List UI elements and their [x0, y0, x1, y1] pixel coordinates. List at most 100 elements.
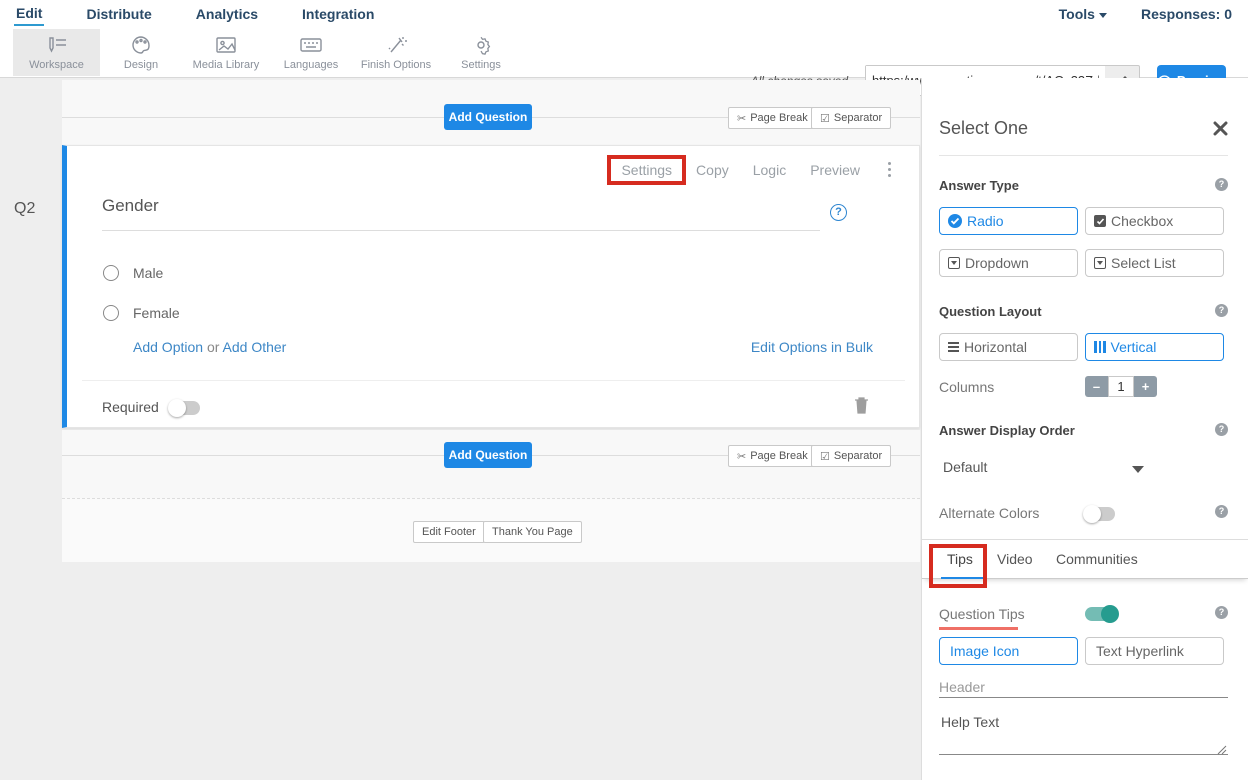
question-tips-label: Question Tips — [939, 606, 1025, 622]
help-icon[interactable]: ? — [1215, 505, 1228, 518]
tab-communities[interactable]: Communities — [1056, 551, 1138, 567]
question-actions: Settings Copy Logic Preview — [621, 160, 895, 179]
radio-button[interactable] — [103, 265, 119, 281]
chevron-down-icon[interactable] — [1132, 466, 1144, 473]
plus-button[interactable]: + — [1134, 376, 1157, 397]
checkbox-icon: ☑ — [820, 112, 830, 125]
layout-horizontal[interactable]: Horizontal — [939, 333, 1078, 361]
panel-divider — [939, 155, 1228, 156]
add-other-link[interactable]: Add Other — [223, 339, 287, 355]
answer-type-select-list[interactable]: Select List — [1085, 249, 1224, 277]
add-option-link[interactable]: Add Option — [133, 339, 203, 355]
question-preview-button[interactable]: Preview — [810, 162, 860, 178]
more-options-icon[interactable] — [884, 160, 895, 179]
annotation-red-box-settings: Settings — [607, 155, 686, 185]
vertical-bars-icon — [1094, 341, 1106, 353]
edit-options-in-bulk-link[interactable]: Edit Options in Bulk — [751, 339, 873, 355]
question-copy-button[interactable]: Copy — [696, 162, 729, 178]
card-divider — [82, 380, 905, 381]
dropdown-box-icon — [1094, 257, 1106, 269]
answer-type-radio[interactable]: Radio — [939, 207, 1078, 235]
nav-analytics[interactable]: Analytics — [194, 4, 260, 25]
page-break-button[interactable]: ✂ Page Break — [728, 445, 817, 467]
check-circle-icon — [948, 214, 962, 228]
help-text-textarea[interactable] — [939, 754, 1228, 755]
question-help-icon[interactable]: ? — [830, 204, 847, 221]
add-question-button[interactable]: Add Question — [444, 442, 532, 468]
question-title[interactable]: Gender — [102, 196, 159, 216]
alternate-colors-label: Alternate Colors — [939, 505, 1039, 521]
help-icon[interactable]: ? — [1215, 423, 1228, 436]
magic-wand-icon — [356, 35, 436, 57]
nav-edit[interactable]: Edit — [14, 3, 44, 26]
add-question-row-top: Add Question ✂ Page Break ☑ Separator — [62, 80, 920, 145]
question-logic-button[interactable]: Logic — [753, 162, 786, 178]
question-settings-panel: Select One Answer Type ? Radio Checkbox … — [921, 78, 1248, 780]
header-input[interactable] — [939, 676, 1228, 698]
thank-you-page-button[interactable]: Thank You Page — [483, 521, 582, 543]
answer-display-order-label: Answer Display Order — [939, 423, 1075, 438]
option-label[interactable]: Male — [133, 265, 163, 281]
columns-value[interactable]: 1 — [1108, 376, 1134, 397]
page-break-button[interactable]: ✂ Page Break — [728, 107, 817, 129]
toolbar-tab-languages[interactable]: Languages — [278, 29, 344, 76]
answer-option-row: Male — [103, 265, 163, 281]
question-tips-toggle[interactable] — [1085, 607, 1117, 621]
answer-type-dropdown[interactable]: Dropdown — [939, 249, 1078, 277]
panel-title: Select One — [939, 118, 1028, 139]
toolbar-tab-design[interactable]: Design — [110, 29, 172, 76]
toolbar-tab-finish-options[interactable]: Finish Options — [356, 29, 436, 76]
nav-integration[interactable]: Integration — [300, 4, 376, 25]
radio-button[interactable] — [103, 305, 119, 321]
delete-question-icon[interactable] — [854, 396, 869, 419]
resize-handle-icon[interactable] — [1217, 742, 1227, 760]
separator-button[interactable]: ☑ Separator — [811, 107, 891, 129]
answer-option-row: Female — [103, 305, 180, 321]
tools-menu[interactable]: Tools — [1059, 6, 1107, 22]
tab-video[interactable]: Video — [997, 551, 1033, 567]
option-label[interactable]: Female — [133, 305, 180, 321]
alternate-colors-toggle[interactable] — [1085, 507, 1115, 521]
columns-label: Columns — [939, 379, 994, 395]
separator-button[interactable]: ☑ Separator — [811, 445, 891, 467]
responses-count[interactable]: Responses: 0 — [1141, 6, 1232, 22]
question-card: Settings Copy Logic Preview Gender ? Mal… — [62, 145, 920, 428]
add-question-row-bottom: Add Question ✂ Page Break ☑ Separator — [62, 430, 920, 498]
chevron-down-icon — [1099, 13, 1107, 18]
workspace-icon — [13, 35, 100, 57]
text-hyperlink-button[interactable]: Text Hyperlink — [1085, 637, 1224, 665]
help-icon[interactable]: ? — [1215, 178, 1228, 191]
toolbar-tab-workspace[interactable]: Workspace — [13, 29, 100, 76]
questionpro-editor: Edit Distribute Analytics Integration To… — [0, 0, 1248, 780]
close-icon[interactable] — [1213, 121, 1228, 141]
question-settings-button[interactable]: Settings — [621, 162, 672, 178]
scissors-icon: ✂ — [737, 112, 746, 125]
keyboard-icon — [278, 35, 344, 57]
toolbar-tab-settings[interactable]: Settings — [450, 29, 512, 76]
toolbar-tab-media-library[interactable]: Media Library — [186, 29, 266, 76]
columns-stepper: – 1 + — [1085, 376, 1157, 397]
help-icon[interactable]: ? — [1215, 304, 1228, 317]
image-icon — [186, 35, 266, 57]
gear-icon — [450, 35, 512, 57]
display-order-select[interactable]: Default — [943, 459, 987, 475]
help-icon[interactable]: ? — [1215, 606, 1228, 619]
edit-footer-button[interactable]: Edit Footer — [413, 521, 485, 543]
add-option-row: Add Option or Add Other — [133, 339, 286, 355]
required-label: Required — [102, 399, 159, 415]
dropdown-box-icon — [948, 257, 960, 269]
answer-type-checkbox[interactable]: Checkbox — [1085, 207, 1224, 235]
required-toggle[interactable] — [170, 401, 200, 415]
horizontal-lines-icon — [948, 342, 959, 352]
help-text-label: Help Text — [941, 714, 999, 730]
add-question-button[interactable]: Add Question — [444, 104, 532, 130]
scissors-icon: ✂ — [737, 450, 746, 463]
checkbox-icon: ☑ — [820, 450, 830, 463]
question-title-underline — [102, 230, 820, 231]
survey-footer-area: Edit Footer Thank You Page — [62, 498, 920, 562]
image-icon-button[interactable]: Image Icon — [939, 637, 1078, 665]
question-layout-label: Question Layout — [939, 304, 1042, 319]
nav-distribute[interactable]: Distribute — [84, 4, 153, 25]
layout-vertical[interactable]: Vertical — [1085, 333, 1224, 361]
minus-button[interactable]: – — [1085, 376, 1108, 397]
